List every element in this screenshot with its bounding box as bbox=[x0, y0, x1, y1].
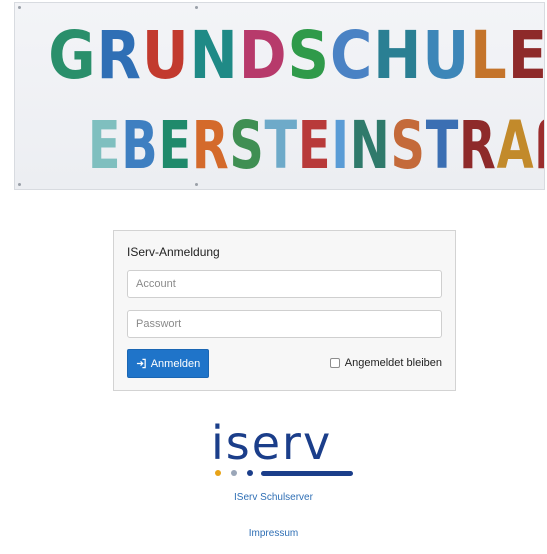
banner-letter: S bbox=[390, 107, 426, 184]
banner-letter: N bbox=[189, 17, 239, 94]
banner-letter: I bbox=[331, 107, 350, 184]
school-banner: GRUNDSCHULE EBERSTEINSTRAßE bbox=[14, 2, 545, 190]
banner-grommet bbox=[195, 183, 198, 186]
password-input[interactable] bbox=[127, 310, 442, 338]
login-button-label: Anmelden bbox=[150, 357, 201, 370]
login-title: IServ-Anmeldung bbox=[127, 245, 220, 259]
logo-dot bbox=[247, 470, 253, 476]
banner-letter: D bbox=[238, 17, 288, 94]
iserv-schulserver-link[interactable]: IServ Schulserver bbox=[0, 492, 547, 503]
banner-letter: G bbox=[48, 17, 97, 94]
remember-me-label: Angemeldet bleiben bbox=[344, 357, 442, 369]
banner-letter: U bbox=[422, 17, 471, 94]
banner-letter: C bbox=[329, 17, 374, 94]
banner-letter: S bbox=[229, 107, 265, 184]
banner-grommet bbox=[18, 6, 21, 9]
account-input[interactable] bbox=[127, 270, 442, 298]
banner-line-1: GRUNDSCHULE bbox=[48, 17, 544, 94]
banner-letter: T bbox=[264, 107, 298, 184]
login-button[interactable]: Anmelden bbox=[127, 349, 209, 378]
banner-letter: E bbox=[297, 107, 332, 184]
banner-letter: B bbox=[121, 107, 159, 184]
banner-grommet bbox=[18, 183, 21, 186]
iserv-logo: iserv bbox=[211, 418, 357, 484]
banner-letter: N bbox=[349, 107, 391, 184]
logo-dot bbox=[215, 470, 221, 476]
banner-letter: H bbox=[373, 17, 423, 94]
banner-letter: S bbox=[287, 17, 330, 94]
login-panel: IServ-Anmeldung Anmelden Angemeldet blei… bbox=[113, 230, 456, 391]
banner-letter: E bbox=[507, 17, 545, 94]
banner-letter: E bbox=[87, 107, 122, 184]
impressum-link[interactable]: Impressum bbox=[0, 528, 547, 539]
banner-letter: ß bbox=[534, 107, 544, 184]
banner-letter: R bbox=[191, 107, 230, 184]
logo-bar bbox=[261, 471, 353, 476]
banner-letter: R bbox=[459, 107, 497, 184]
banner-grommet bbox=[195, 6, 198, 9]
banner-letter: A bbox=[496, 107, 535, 184]
banner-letter: L bbox=[470, 17, 508, 94]
remember-me-checkbox[interactable] bbox=[329, 358, 340, 368]
banner-letter: E bbox=[158, 107, 192, 184]
remember-me[interactable]: Angemeldet bleiben bbox=[329, 357, 442, 369]
login-page: GRUNDSCHULE EBERSTEINSTRAßE IServ-Anmeld… bbox=[0, 0, 547, 554]
banner-letter: U bbox=[141, 17, 190, 94]
logo-dot bbox=[231, 470, 237, 476]
banner-letter: R bbox=[96, 17, 142, 94]
banner-letter: T bbox=[425, 107, 460, 184]
banner-line-2: EBERSTEINSTRAßE bbox=[87, 107, 544, 184]
sign-in-icon bbox=[136, 358, 147, 369]
iserv-logo-text: iserv bbox=[211, 416, 333, 470]
